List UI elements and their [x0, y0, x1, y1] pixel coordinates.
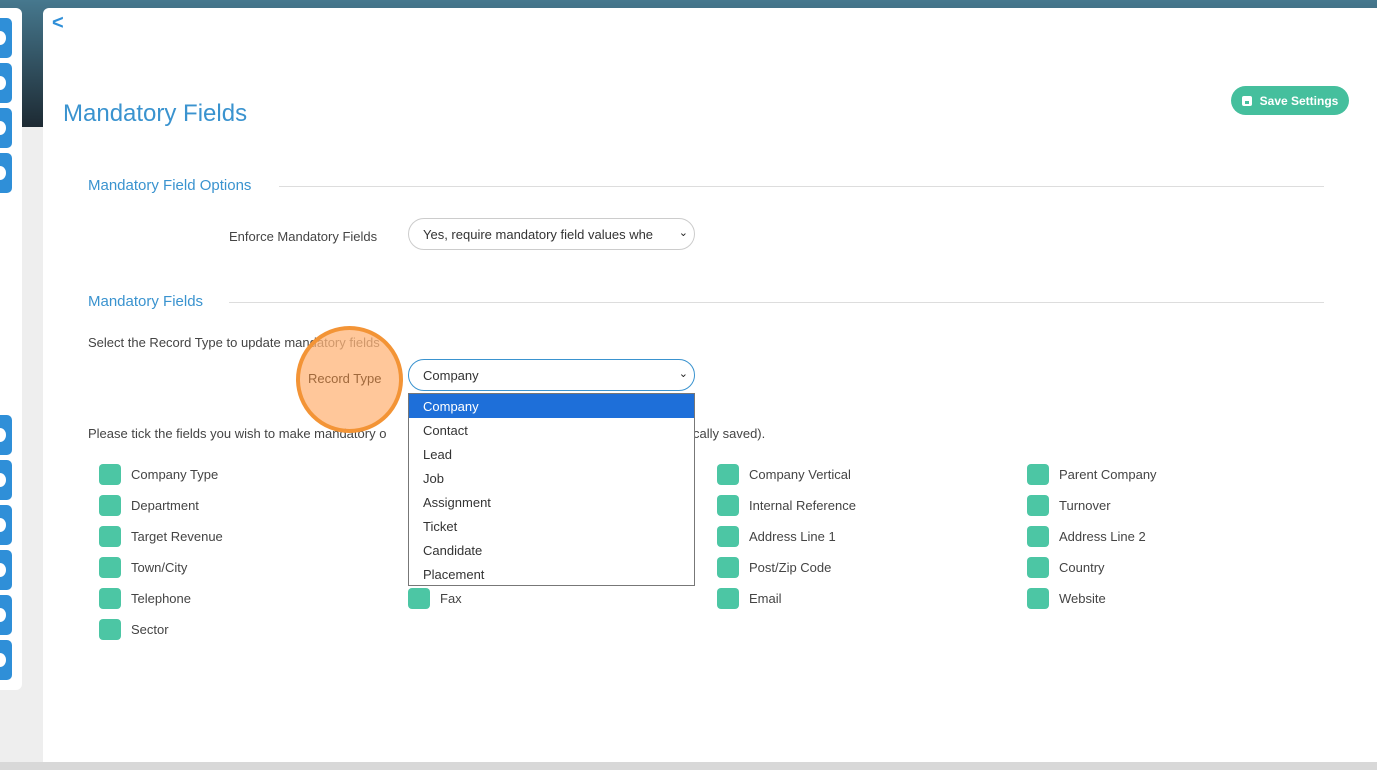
sidebar-button[interactable] — [0, 640, 12, 680]
field-checkbox[interactable]: Sector — [99, 619, 169, 640]
field-checkbox[interactable]: Department — [99, 495, 199, 516]
field-label: Country — [1059, 560, 1105, 575]
field-label: Fax — [440, 591, 462, 606]
checkbox[interactable] — [99, 526, 121, 547]
field-label: Post/Zip Code — [749, 560, 832, 575]
sidebar-button[interactable] — [0, 550, 12, 590]
dropdown-option[interactable]: Assignment — [409, 490, 694, 514]
sidebar-button[interactable] — [0, 63, 12, 103]
checkbox[interactable] — [99, 557, 121, 578]
field-checkbox[interactable]: Telephone — [99, 588, 191, 609]
field-label: Website — [1059, 591, 1106, 606]
tick-instruction: Please tick the fields you wish to make … — [88, 426, 766, 441]
section-title-options: Mandatory Field Options — [88, 177, 252, 194]
sidebar-button[interactable] — [0, 460, 12, 500]
field-checkbox[interactable]: Country — [1027, 557, 1105, 578]
divider — [229, 302, 1324, 303]
save-settings-button[interactable]: Save Settings — [1231, 86, 1349, 115]
checkbox[interactable] — [1027, 464, 1049, 485]
field-checkbox[interactable]: Email — [717, 588, 782, 609]
record-type-dropdown[interactable]: Company Contact Lead Job Assignment Ticket Can… — [408, 393, 695, 586]
checkbox[interactable] — [1027, 495, 1049, 516]
field-label: Town/City — [131, 560, 188, 575]
checkbox[interactable] — [1027, 588, 1049, 609]
field-label: Company Vertical — [749, 467, 851, 482]
dropdown-option[interactable]: Job — [409, 466, 694, 490]
enforce-label: Enforce Mandatory Fields — [229, 229, 378, 244]
checkbox[interactable] — [99, 495, 121, 516]
sidebar-button[interactable] — [0, 18, 12, 58]
sidebar-button[interactable] — [0, 595, 12, 635]
field-label: Telephone — [131, 591, 191, 606]
sidebar-button[interactable] — [0, 415, 12, 455]
field-checkbox[interactable]: Post/Zip Code — [717, 557, 831, 578]
field-checkbox[interactable]: Website — [1027, 588, 1106, 609]
sidebar-button[interactable] — [0, 505, 12, 545]
back-button[interactable]: < — [52, 12, 64, 35]
dropdown-option[interactable]: Placement — [409, 562, 694, 586]
field-checkbox[interactable]: Parent Company — [1027, 464, 1157, 485]
record-type-label: Record Type — [308, 371, 382, 386]
enforce-select[interactable]: Yes, require mandatory field values whe ⌄ — [408, 218, 695, 250]
checkbox[interactable] — [99, 588, 121, 609]
field-checkbox[interactable]: Address Line 2 — [1027, 526, 1146, 547]
dropdown-option[interactable]: Ticket — [409, 514, 694, 538]
field-checkbox[interactable]: Fax — [408, 588, 462, 609]
section-title-fields: Mandatory Fields — [88, 293, 204, 310]
dropdown-option[interactable]: Company — [409, 394, 694, 418]
checkbox[interactable] — [1027, 557, 1049, 578]
page-title: Mandatory Fields — [63, 100, 248, 127]
checkbox[interactable] — [717, 557, 739, 578]
checkbox[interactable] — [1027, 526, 1049, 547]
taskbar — [0, 762, 1377, 770]
field-label: Internal Reference — [749, 498, 856, 513]
field-label: Turnover — [1059, 498, 1111, 513]
field-label: Target Revenue — [131, 529, 223, 544]
field-label: Sector — [131, 622, 169, 637]
dropdown-option[interactable]: Candidate — [409, 538, 694, 562]
field-label: Department — [131, 498, 199, 513]
field-checkbox[interactable]: Company Vertical — [717, 464, 851, 485]
field-label: Parent Company — [1059, 467, 1157, 482]
sidebar-button[interactable] — [0, 153, 12, 193]
record-type-select[interactable]: Company ⌄ — [408, 359, 695, 391]
checkbox[interactable] — [99, 464, 121, 485]
field-label: Email — [749, 591, 782, 606]
field-checkbox[interactable]: Target Revenue — [99, 526, 223, 547]
checkbox[interactable] — [717, 526, 739, 547]
floppy-disk-icon — [1241, 95, 1252, 106]
field-label: Address Line 2 — [1059, 529, 1146, 544]
chevron-down-icon: ⌄ — [678, 227, 688, 239]
field-label: Address Line 1 — [749, 529, 836, 544]
chevron-down-icon: ⌄ — [678, 368, 688, 380]
field-checkbox[interactable]: Address Line 1 — [717, 526, 836, 547]
instruction-text: Select the Record Type to update mandato… — [88, 335, 380, 350]
checkbox[interactable] — [408, 588, 430, 609]
field-checkbox[interactable]: Company Type — [99, 464, 218, 485]
checkbox[interactable] — [717, 495, 739, 516]
checkbox[interactable] — [717, 588, 739, 609]
sidebar-button[interactable] — [0, 108, 12, 148]
field-checkbox[interactable]: Turnover — [1027, 495, 1111, 516]
field-checkbox[interactable]: Town/City — [99, 557, 187, 578]
dropdown-option[interactable]: Lead — [409, 442, 694, 466]
sidebar — [0, 8, 22, 690]
checkbox[interactable] — [717, 464, 739, 485]
checkbox[interactable] — [99, 619, 121, 640]
field-checkbox[interactable]: Internal Reference — [717, 495, 856, 516]
dropdown-option[interactable]: Contact — [409, 418, 694, 442]
field-label: Company Type — [131, 467, 219, 482]
divider — [279, 186, 1324, 187]
